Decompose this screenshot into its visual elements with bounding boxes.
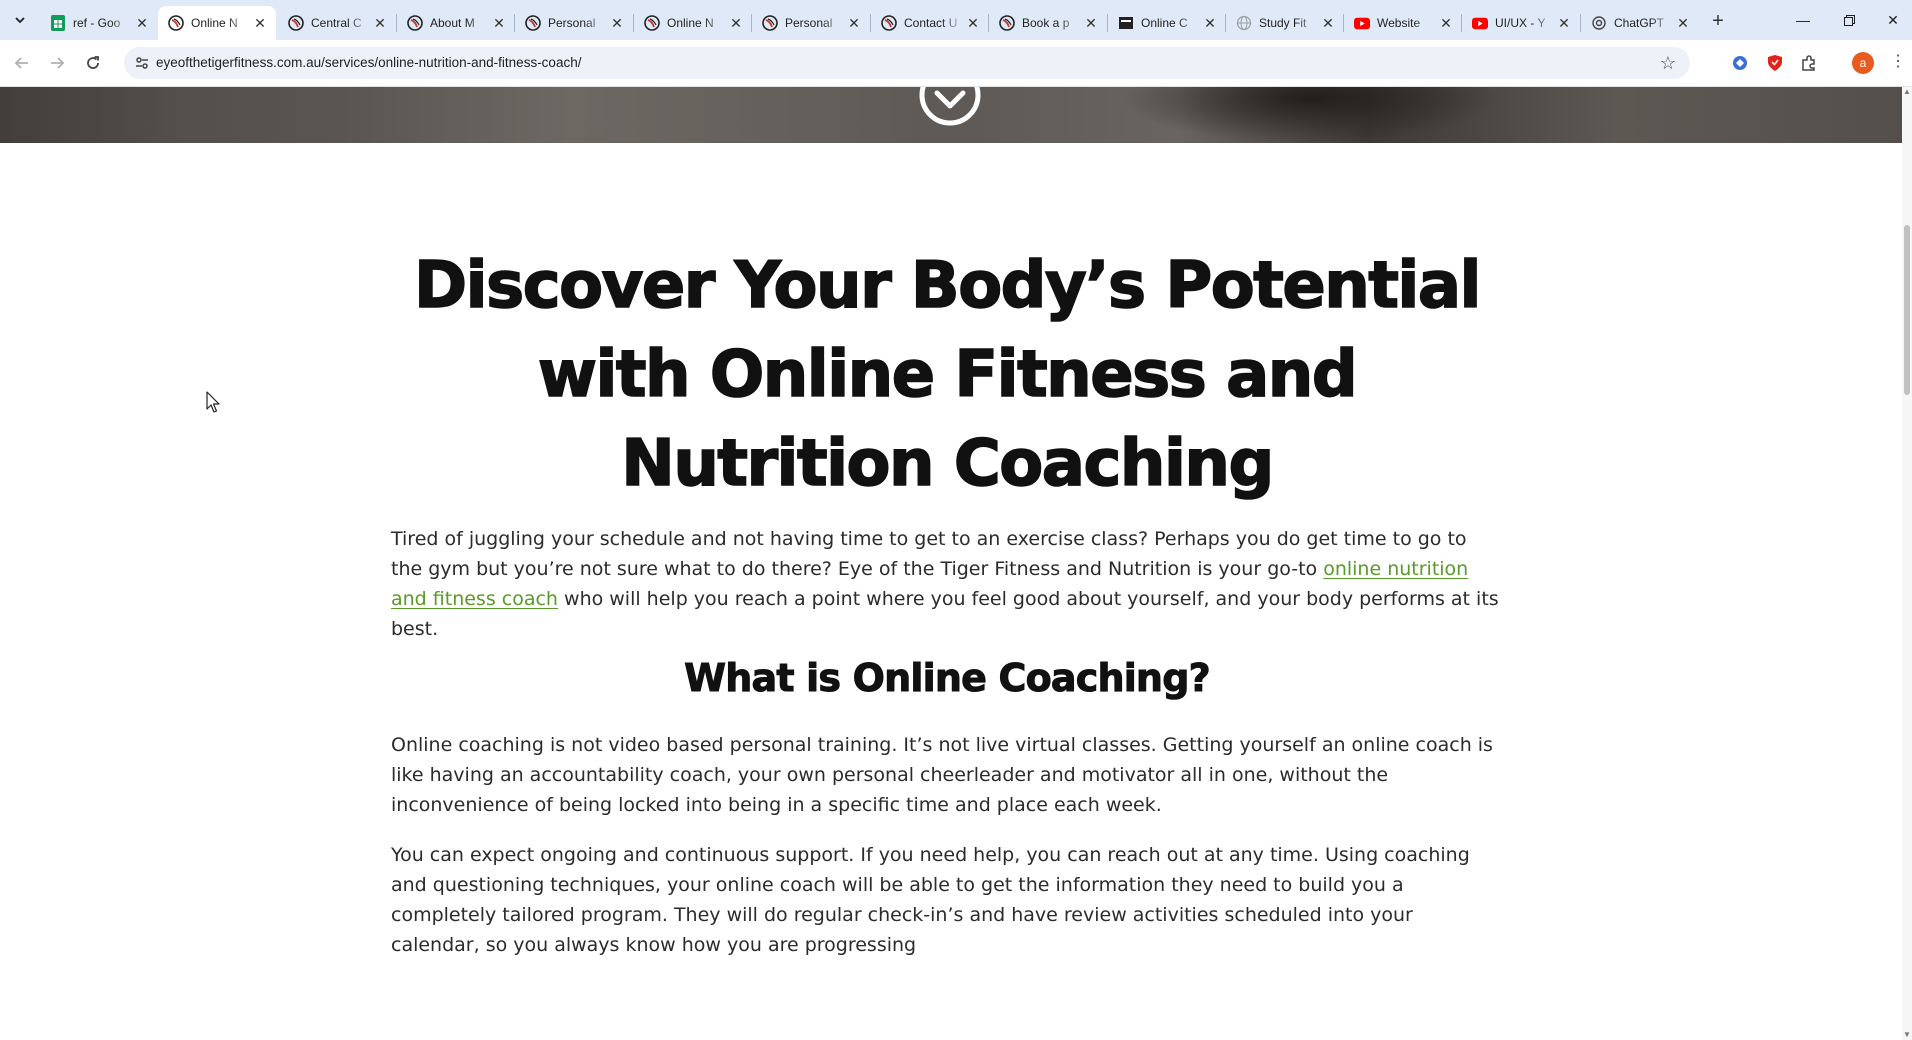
- restore-icon[interactable]: [1826, 0, 1872, 40]
- sheets-icon: [50, 15, 66, 31]
- browser-tab[interactable]: ref - Goo ✕: [40, 6, 158, 40]
- shield-extension-icon[interactable]: [1763, 51, 1787, 75]
- tab-title: Personal: [548, 16, 596, 30]
- scroll-up-arrow-icon[interactable]: ▲: [1903, 88, 1911, 96]
- forward-button[interactable]: [43, 49, 71, 77]
- new-tab-button[interactable]: +: [1706, 10, 1730, 34]
- tab-title: Website: [1377, 16, 1421, 30]
- browser-tab[interactable]: About M ✕: [397, 6, 515, 40]
- intro-text-after-link: who will help you reach a point where yo…: [391, 588, 1499, 640]
- browser-menu-icon[interactable]: ⋮: [1890, 51, 1906, 75]
- tab-title: Contact U: [904, 16, 958, 30]
- close-tab-icon[interactable]: ✕: [846, 15, 862, 31]
- tab-title: Study Fit: [1259, 16, 1307, 30]
- tab-title: Personal: [785, 16, 833, 30]
- chatgpt-icon: [1591, 15, 1607, 31]
- intro-text-before-link: Tired of juggling your schedule and not …: [391, 528, 1467, 580]
- tiger-logo-icon: [999, 15, 1015, 31]
- tiger-logo-icon: [407, 15, 423, 31]
- site-info-icon[interactable]: [132, 53, 152, 73]
- support-paragraph: You can expect ongoing and continuous su…: [391, 844, 1470, 956]
- close-tab-icon[interactable]: ✕: [134, 15, 150, 31]
- tab-title: UI/UX - Y: [1495, 16, 1546, 30]
- tiger-logo-icon: [881, 15, 897, 31]
- browser-tab[interactable]: Personal ✕: [752, 6, 870, 40]
- browser-tab[interactable]: Website ✕: [1344, 6, 1462, 40]
- close-tab-icon[interactable]: ✕: [1320, 15, 1336, 31]
- close-window-icon[interactable]: ✕: [1870, 0, 1912, 40]
- close-tab-icon[interactable]: ✕: [491, 15, 507, 31]
- profile-avatar[interactable]: a: [1852, 52, 1874, 74]
- close-tab-icon[interactable]: ✕: [252, 15, 268, 31]
- page-viewport: Discover Your Body’s Potential with Onli…: [0, 87, 1902, 1040]
- tiger-logo-icon: [168, 15, 184, 31]
- tiger-logo-icon: [644, 15, 660, 31]
- browser-tab[interactable]: Online C ✕: [1108, 6, 1226, 40]
- globe-icon: [1236, 15, 1252, 31]
- mouse-cursor-icon: [206, 391, 220, 413]
- section-heading: What is Online Coaching?: [684, 656, 1211, 701]
- close-tab-icon[interactable]: ✕: [965, 15, 981, 31]
- hero-banner-image: [0, 87, 1902, 143]
- browser-tab[interactable]: Central C ✕: [278, 6, 396, 40]
- browser-tab-strip: ref - Goo ✕ Online N ✕ Central C ✕ About M ✕ Per…: [0, 0, 1912, 40]
- close-tab-icon[interactable]: ✕: [1556, 15, 1572, 31]
- tab-title: Central C: [311, 16, 362, 30]
- close-tab-icon[interactable]: ✕: [1202, 15, 1218, 31]
- tab-title: ref - Goo: [73, 16, 121, 30]
- tab-title: Online N: [191, 16, 238, 30]
- close-tab-icon[interactable]: ✕: [1083, 15, 1099, 31]
- url-text[interactable]: eyeofthetigerfitness.com.au/services/onl…: [156, 55, 581, 70]
- tab-title: ChatGPT: [1614, 16, 1665, 30]
- browser-tab[interactable]: Online N ✕: [634, 6, 752, 40]
- tab-search-icon[interactable]: [8, 8, 32, 32]
- tiger-logo-icon: [288, 15, 304, 31]
- scroll-down-chevron-icon[interactable]: [918, 87, 982, 127]
- browser-tab[interactable]: Book a p ✕: [989, 6, 1107, 40]
- browser-tab[interactable]: Personal ✕: [515, 6, 633, 40]
- intro-paragraph: Tired of juggling your schedule and not …: [391, 524, 1503, 644]
- minimize-icon[interactable]: —: [1780, 0, 1826, 40]
- extensions-puzzle-icon[interactable]: [1797, 51, 1821, 75]
- coaching-description-paragraph: Online coaching is not video based perso…: [391, 734, 1493, 816]
- browser-tab[interactable]: UI/UX - Y ✕: [1462, 6, 1580, 40]
- scroll-down-arrow-icon[interactable]: ▼: [1903, 1031, 1911, 1039]
- page-scrollbar[interactable]: ▲ ▼: [1902, 87, 1912, 1040]
- extension-icon[interactable]: [1728, 51, 1752, 75]
- close-tab-icon[interactable]: ✕: [372, 15, 388, 31]
- close-tab-icon[interactable]: ✕: [609, 15, 625, 31]
- tab-title: Online C: [1141, 16, 1188, 30]
- bookmark-star-icon[interactable]: ☆: [1656, 51, 1680, 75]
- scrollbar-thumb[interactable]: [1904, 225, 1910, 395]
- page-heading: Discover Your Body’s Potential with Onli…: [413, 248, 1482, 502]
- close-tab-icon[interactable]: ✕: [1438, 15, 1454, 31]
- browser-tab[interactable]: ChatGPT ✕: [1581, 6, 1699, 40]
- back-button[interactable]: [8, 49, 36, 77]
- youtube-icon: [1472, 15, 1488, 31]
- site-logo-icon: [1118, 15, 1134, 31]
- browser-toolbar: eyeofthetigerfitness.com.au/services/onl…: [0, 40, 1912, 87]
- reload-button[interactable]: [79, 49, 107, 77]
- tab-title: Book a p: [1022, 16, 1070, 30]
- browser-tab[interactable]: Contact U ✕: [871, 6, 989, 40]
- address-bar[interactable]: eyeofthetigerfitness.com.au/services/onl…: [124, 47, 1690, 79]
- tiger-logo-icon: [525, 15, 541, 31]
- close-tab-icon[interactable]: ✕: [1675, 15, 1691, 31]
- tiger-logo-icon: [762, 15, 778, 31]
- browser-tab[interactable]: Study Fit ✕: [1226, 6, 1344, 40]
- tab-title: About M: [430, 16, 475, 30]
- close-tab-icon[interactable]: ✕: [728, 15, 744, 31]
- youtube-icon: [1354, 15, 1370, 31]
- tab-title: Online N: [667, 16, 714, 30]
- browser-tab[interactable]: Online N ✕: [158, 6, 276, 40]
